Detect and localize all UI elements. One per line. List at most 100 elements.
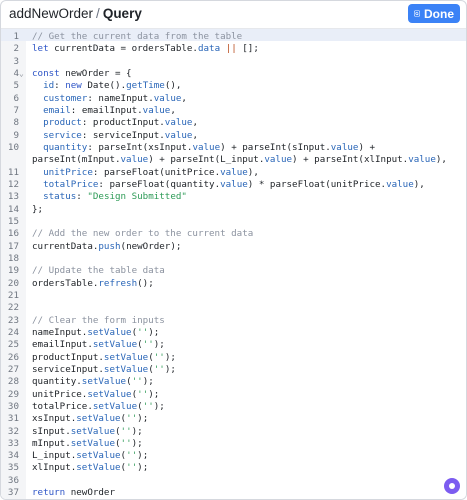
code-line[interactable]: 25 emailInput.setValue(''); (1, 339, 466, 351)
code-line[interactable]: 4 ⌄ const newOrder = { (1, 68, 466, 80)
code-line[interactable]: 10 quantity: parseInt(xsInput.value) + p… (1, 142, 466, 154)
code-line[interactable]: 6 customer: nameInput.value, (1, 93, 466, 105)
code-token: : parseFloat(quantity. (98, 178, 221, 190)
code-lines[interactable]: 1// Get the current data from the table 2… (1, 31, 466, 499)
code-text: email: emailInput.value, (32, 105, 176, 117)
code-token: value (330, 141, 359, 153)
line-number: 16 (7, 228, 19, 240)
breadcrumb-app-name[interactable]: addNewOrder (9, 6, 93, 21)
code-token: ); (153, 400, 165, 412)
line-number: 10 (7, 141, 19, 153)
code-token: currentData. (32, 240, 99, 252)
code-line[interactable]: parseInt(mInput.value) + parseInt(L_inpu… (1, 154, 466, 166)
code-token: value (264, 154, 293, 166)
code-text: unitPrice: parseFloat(unitPrice.value), (32, 167, 259, 179)
code-token: '' (142, 400, 154, 412)
code-line[interactable]: 14}; (1, 204, 466, 216)
code-line[interactable]: 17 currentData.push(newOrder); (1, 241, 466, 253)
code-text: unitPrice.setValue(''); (32, 389, 159, 401)
code-token: value (164, 117, 193, 129)
code-line[interactable]: 12 totalPrice: parseFloat(quantity.value… (1, 179, 466, 191)
breadcrumb-section: Query (102, 6, 142, 21)
line-number: 26 (7, 351, 19, 363)
line-number: 20 (7, 277, 19, 289)
editor-header: addNewOrder / Query Done (1, 1, 466, 27)
line-number: 13 (7, 191, 19, 203)
code-line[interactable]: 20 ordersTable.refresh(); (1, 278, 466, 290)
code-line[interactable]: 32 sInput.setValue(''); (1, 426, 466, 438)
code-token: unitPrice. (32, 388, 88, 400)
code-line[interactable]: 2 let currentData = ordersTable.data || [… (1, 43, 466, 55)
code-line[interactable]: 33 mInput.setValue(''); (1, 438, 466, 450)
code-token: : emailInput. (70, 104, 143, 116)
code-editor[interactable]: 1// Get the current data from the table 2… (1, 28, 466, 499)
code-line[interactable]: 1 // Get the current data from the table (1, 31, 466, 43)
code-line[interactable]: 28 quantity.setValue(''); (1, 376, 466, 388)
code-token: '' (131, 376, 143, 388)
code-token: value (220, 178, 248, 190)
code-line[interactable]: 27 serviceInput.setValue(''); (1, 364, 466, 376)
line-number: 1 (13, 31, 19, 42)
code-line[interactable]: 15 (1, 216, 466, 228)
code-text: return newOrder (32, 487, 115, 499)
code-line[interactable]: 16 // Add the new order to the current da… (1, 228, 466, 240)
code-token: xlInput. (32, 462, 77, 474)
g-logo-icon (414, 10, 420, 17)
code-token: ) * parseFloat(unitPrice. (247, 178, 387, 190)
code-line[interactable]: 13 status: "Design Submitted" (1, 191, 466, 203)
code-token: setValue (103, 351, 149, 363)
code-line[interactable]: 29 unitPrice.setValue(''); (1, 389, 466, 401)
code-line[interactable]: 21 (1, 290, 466, 302)
fold-chevron-icon[interactable]: ⌄ (19, 68, 24, 80)
line-number: 23 (7, 314, 19, 326)
code-line[interactable]: 22 (1, 302, 466, 314)
code-token: || (225, 43, 237, 55)
code-token: xsInput. (32, 413, 77, 425)
code-token: newOrder = { (65, 67, 132, 79)
assistant-icon[interactable] (444, 478, 460, 494)
code-token: '' (153, 351, 165, 363)
line-number: 27 (7, 363, 19, 375)
code-line[interactable]: 36 (1, 475, 466, 487)
code-token: new (65, 80, 88, 92)
code-token: product (43, 117, 82, 129)
code-token: setValue (76, 462, 121, 474)
code-token: ); (153, 339, 165, 351)
done-button[interactable]: Done (408, 4, 460, 23)
code-token: ); (137, 450, 149, 462)
code-line[interactable]: 3 (1, 56, 466, 68)
code-line[interactable]: 9 service: serviceInput.value, (1, 130, 466, 142)
code-line[interactable]: 30 totalPrice.setValue(''); (1, 401, 466, 413)
code-token: L_input. (32, 450, 77, 462)
code-line[interactable]: 19 // Update the table data (1, 265, 466, 277)
code-token: value (220, 166, 248, 178)
code-text: emailInput.setValue(''); (32, 339, 165, 351)
code-line[interactable]: 5 id: new Date().getTime(), (1, 80, 466, 92)
code-token: (); (137, 277, 154, 289)
line-number: 15 (7, 215, 19, 227)
code-line[interactable]: 23 // Clear the form inputs (1, 315, 466, 327)
code-text: // Get the current data from the table (32, 31, 242, 43)
code-line[interactable]: 18 (1, 253, 466, 265)
code-token: email (43, 104, 71, 116)
code-line[interactable]: 26 productInput.setValue(''); (1, 352, 466, 364)
code-token: quantity (43, 141, 88, 153)
code-line[interactable]: 35 xlInput.setValue(''); (1, 462, 466, 474)
code-token: sInput. (32, 425, 71, 437)
line-number: 8 (13, 117, 19, 129)
code-line[interactable]: 37 return newOrder (1, 487, 466, 499)
code-line[interactable]: 34 L_input.setValue(''); (1, 450, 466, 462)
code-token: ); (148, 388, 160, 400)
code-token: totalPrice (43, 178, 99, 190)
code-line[interactable]: 8 product: productInput.value, (1, 117, 466, 129)
code-token: ); (142, 376, 154, 388)
code-line[interactable]: 7 email: emailInput.value, (1, 105, 466, 117)
code-text: nameInput.setValue(''); (32, 327, 159, 339)
code-line[interactable]: 31 xsInput.setValue(''); (1, 413, 466, 425)
code-token: setValue (70, 425, 115, 437)
line-number: 36 (7, 474, 19, 486)
code-token: : (54, 80, 66, 92)
code-line[interactable]: 11 unitPrice: parseFloat(unitPrice.value… (1, 167, 466, 179)
line-number: 17 (7, 240, 19, 252)
code-line[interactable]: 24 nameInput.setValue(''); (1, 327, 466, 339)
